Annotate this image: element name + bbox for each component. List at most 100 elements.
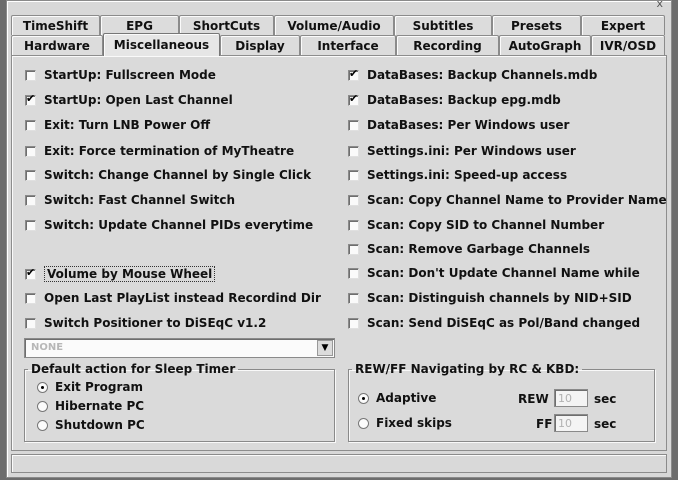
checkbox-option[interactable]: ✔ Volume by Mouse Wheel	[25, 265, 216, 282]
checkbox-label: Scan: Send DiSEqC as Pol/Band changed	[367, 316, 641, 330]
sleep-timer-title: Default action for Sleep Timer	[31, 362, 236, 376]
tab-subtitles[interactable]: Subtitles	[394, 15, 492, 35]
checkbox[interactable]	[25, 145, 36, 157]
checkbox-option[interactable]: Scan: Remove Garbage Channels	[348, 242, 590, 256]
checkbox[interactable]	[348, 243, 359, 255]
tab-timeshift[interactable]: TimeShift	[11, 15, 100, 35]
checkbox[interactable]	[348, 119, 359, 131]
radio-adaptive[interactable]: Adaptive	[358, 391, 436, 405]
checkbox[interactable]	[348, 267, 359, 279]
checkbox[interactable]	[25, 219, 36, 231]
rew-label: REW	[518, 392, 549, 406]
tab-miscellaneous[interactable]: Miscellaneous	[103, 33, 220, 56]
checkbox[interactable]	[348, 219, 359, 231]
checkbox-option[interactable]: Switch: Update Channel PIDs everytime	[25, 218, 313, 232]
rew-unit: sec	[594, 392, 617, 406]
radio-label: Shutdown PC	[55, 418, 145, 432]
checkbox-option[interactable]: Exit: Force termination of MyTheatre	[25, 144, 294, 158]
checkbox[interactable]: ✔	[348, 91, 359, 106]
checkbox-option[interactable]: ✔ DataBases: Backup Channels.mdb	[348, 67, 598, 82]
checkbox[interactable]: ✔	[25, 265, 36, 280]
checkbox-option[interactable]: Settings.ini: Speed-up access	[348, 168, 567, 182]
rew-input[interactable]: 10	[554, 389, 588, 407]
status-bar	[11, 454, 667, 473]
tab-recording[interactable]: Recording	[396, 35, 499, 55]
checkbox-option[interactable]: Settings.ini: Per Windows user	[348, 144, 576, 158]
checkbox-option[interactable]: Switch: Change Channel by Single Click	[25, 168, 311, 182]
checkbox-option[interactable]: ✔ DataBases: Backup epg.mdb	[348, 91, 561, 107]
checkbox[interactable]	[348, 145, 359, 157]
checkbox-label: DataBases: Backup epg.mdb	[367, 93, 561, 107]
tab-row-bottom: Hardware Miscellaneous Display Interface…	[11, 33, 665, 56]
checkbox-label: Exit: Force termination of MyTheatre	[44, 144, 295, 158]
checkbox-label: Scan: Copy Channel Name to Provider Name	[367, 193, 667, 207]
chevron-down-icon[interactable]: ▼	[317, 340, 333, 356]
radio-dot[interactable]	[37, 381, 48, 393]
select-value: NONE	[31, 342, 64, 353]
checkbox-label: Open Last PlayList instead Recordind Dir	[44, 291, 321, 305]
tab-row-top: TimeShift EPG ShortCuts Volume/Audio Sub…	[11, 15, 665, 35]
checkbox[interactable]	[25, 317, 36, 329]
checkbox-label: DataBases: Backup Channels.mdb	[367, 68, 598, 82]
checkbox-option[interactable]: Scan: Distinguish channels by NID+SID	[348, 291, 632, 305]
checkbox-label: DataBases: Per Windows user	[367, 118, 570, 132]
checkbox[interactable]	[348, 194, 359, 206]
tab-epg[interactable]: EPG	[100, 15, 179, 35]
checkbox-option[interactable]: Scan: Copy Channel Name to Provider Name	[348, 193, 667, 207]
radio-dot[interactable]	[358, 392, 369, 404]
checkbox[interactable]	[25, 194, 36, 206]
checkbox-label: StartUp: Fullscreen Mode	[44, 68, 216, 82]
checkbox-option[interactable]: DataBases: Per Windows user	[348, 118, 569, 132]
close-icon[interactable]: x	[656, 0, 663, 10]
check-icon: ✔	[26, 265, 36, 279]
sleep-timer-select[interactable]: NONE ▼	[24, 338, 335, 358]
checkbox[interactable]	[25, 292, 36, 304]
checkbox-label: Scan: Don't Update Channel Name while	[367, 266, 640, 280]
rew-ff-title: REW/FF Navigating by RC & KBD:	[355, 362, 580, 376]
checkbox-option[interactable]: Scan: Don't Update Channel Name while	[348, 266, 640, 280]
tab-volume-audio[interactable]: Volume/Audio	[274, 15, 394, 35]
checkbox-label: Switch Positioner to DiSEqC v1.2	[44, 316, 267, 330]
tab-autograph[interactable]: AutoGraph	[499, 35, 591, 55]
radio-hibernate-pc[interactable]: Hibernate PC	[37, 399, 144, 413]
checkbox-label: Switch: Fast Channel Switch	[44, 193, 236, 207]
checkbox[interactable]	[25, 69, 36, 81]
radio-dot[interactable]	[358, 417, 369, 429]
checkbox[interactable]	[25, 169, 36, 181]
tab-expert[interactable]: Expert	[581, 15, 665, 35]
radio-shutdown-pc[interactable]: Shutdown PC	[37, 418, 145, 432]
checkbox-option[interactable]: Exit: Turn LNB Power Off	[25, 118, 210, 132]
tab-presets[interactable]: Presets	[492, 15, 581, 35]
checkbox-option[interactable]: Switch Positioner to DiSEqC v1.2	[25, 316, 266, 330]
tab-shortcuts[interactable]: ShortCuts	[179, 15, 274, 35]
checkbox-option[interactable]: Open Last PlayList instead Recordind Dir	[25, 291, 321, 305]
checkbox-option[interactable]: StartUp: Fullscreen Mode	[25, 68, 216, 82]
tab-display[interactable]: Display	[220, 35, 300, 55]
tab-interface[interactable]: Interface	[300, 35, 396, 55]
radio-fixed-skips[interactable]: Fixed skips	[358, 416, 452, 430]
checkbox-label: Settings.ini: Per Windows user	[367, 144, 576, 158]
radio-label: Hibernate PC	[55, 399, 145, 413]
checkbox-option[interactable]: Scan: Copy SID to Channel Number	[348, 218, 604, 232]
checkbox[interactable]: ✔	[348, 67, 359, 81]
radio-exit-program[interactable]: Exit Program	[37, 380, 143, 394]
check-icon: ✔	[349, 91, 359, 105]
checkbox-label: Settings.ini: Speed-up access	[367, 168, 568, 182]
checkbox-option[interactable]: ✔ StartUp: Open Last Channel	[25, 92, 233, 107]
checkbox-label: Exit: Turn LNB Power Off	[44, 118, 211, 132]
checkbox[interactable]	[348, 169, 359, 181]
checkbox[interactable]	[348, 292, 359, 304]
radio-dot[interactable]	[37, 419, 48, 431]
ff-input[interactable]: 10	[554, 414, 588, 432]
checkbox[interactable]	[25, 119, 36, 131]
tab-ivr-osd[interactable]: IVR/OSD	[591, 35, 665, 55]
tab-hardware[interactable]: Hardware	[11, 35, 103, 55]
checkbox[interactable]	[348, 317, 359, 329]
settings-window: x TimeShift EPG ShortCuts Volume/Audio S…	[6, 0, 672, 478]
radio-dot[interactable]	[37, 400, 48, 412]
radio-label: Adaptive	[376, 391, 437, 405]
checkbox[interactable]: ✔	[25, 92, 36, 106]
checkbox-label: Scan: Copy SID to Channel Number	[367, 218, 605, 232]
checkbox-option[interactable]: Switch: Fast Channel Switch	[25, 193, 235, 207]
checkbox-option[interactable]: Scan: Send DiSEqC as Pol/Band changed	[348, 316, 640, 330]
